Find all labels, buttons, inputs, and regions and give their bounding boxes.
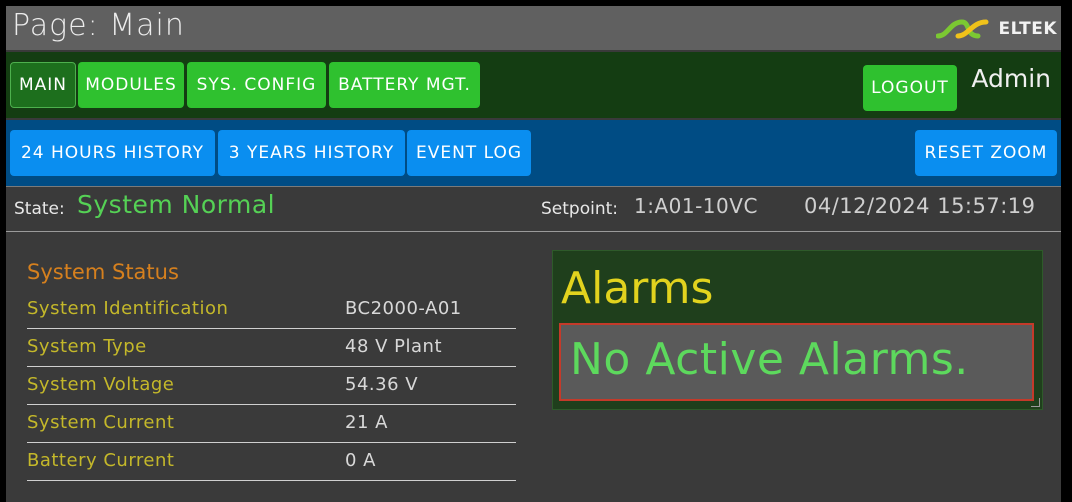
system-status-title: System Status [27, 260, 179, 284]
row-label: System Identification [27, 298, 229, 319]
state-value: System Normal [77, 190, 276, 219]
row-value: 48 V Plant [345, 336, 443, 357]
state-label: State: [14, 199, 65, 219]
history-24h-button[interactable]: 24 HOURS HISTORY [10, 130, 215, 176]
alarms-panel: Alarms No Active Alarms. [552, 250, 1043, 410]
status-bar: State: System Normal Setpoint: 1:A01-10V… [6, 186, 1061, 232]
nav-battery-mgt-button[interactable]: BATTERY MGT. [329, 62, 480, 108]
nav-sys-config-button[interactable]: SYS. CONFIG [187, 62, 326, 108]
alarms-title: Alarms [561, 263, 714, 314]
row-value: 0 A [345, 450, 376, 471]
current-user: Admin [971, 64, 1051, 93]
table-row: System Identification BC2000-A01 [27, 290, 516, 329]
nav-modules-button[interactable]: MODULES [78, 62, 184, 108]
resize-handle-icon[interactable] [1031, 398, 1040, 407]
page-title: Page: Main [12, 8, 185, 43]
row-value: BC2000-A01 [345, 298, 462, 319]
table-row: Battery Current 0 A [27, 442, 516, 481]
secondary-nav: 24 HOURS HISTORY 3 YEARS HISTORY EVENT L… [6, 120, 1061, 186]
brand-name: ELTEK [998, 19, 1057, 39]
row-value: 21 A [345, 412, 388, 433]
setpoint-label: Setpoint: [541, 199, 618, 219]
setpoint-value: 1:A01-10VC [634, 194, 758, 218]
event-log-button[interactable]: EVENT LOG [407, 130, 531, 176]
datetime: 04/12/2024 15:57:19 [804, 194, 1036, 218]
history-3y-button[interactable]: 3 YEARS HISTORY [218, 130, 405, 176]
logout-button[interactable]: LOGOUT [863, 65, 957, 111]
nav-main-button[interactable]: MAIN [10, 62, 76, 108]
alarms-message: No Active Alarms. [570, 334, 969, 385]
table-row: System Voltage 54.36 V [27, 366, 516, 405]
app-frame: Page: Main ELTEK MAIN MODULES SYS. CONFI… [6, 6, 1061, 502]
table-row: System Current 21 A [27, 404, 516, 443]
reset-zoom-button[interactable]: RESET ZOOM [915, 130, 1057, 176]
eltek-swoosh-icon [936, 19, 989, 39]
page-header: Page: Main ELTEK [6, 6, 1061, 50]
row-label: System Voltage [27, 374, 175, 395]
row-label: Battery Current [27, 450, 175, 471]
alarms-message-box: No Active Alarms. [559, 323, 1034, 401]
eltek-logo: ELTEK [936, 18, 1057, 40]
table-row: System Type 48 V Plant [27, 328, 516, 367]
row-label: System Current [27, 412, 175, 433]
primary-nav: MAIN MODULES SYS. CONFIG BATTERY MGT. LO… [6, 52, 1061, 118]
row-value: 54.36 V [345, 374, 419, 395]
row-label: System Type [27, 336, 147, 357]
